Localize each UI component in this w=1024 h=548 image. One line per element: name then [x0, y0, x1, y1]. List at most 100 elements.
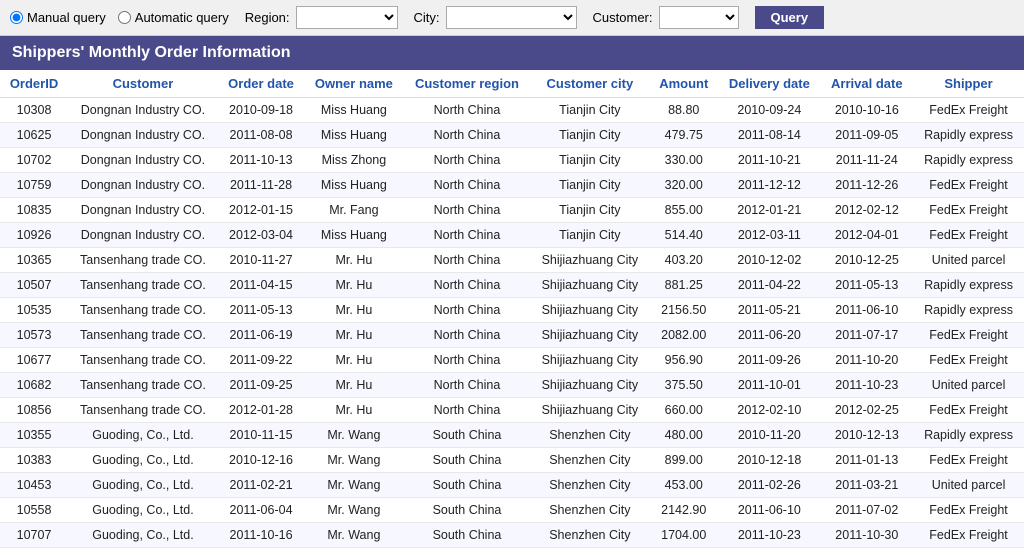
- table-row: 10682Tansenhang trade CO.2011-09-25Mr. H…: [0, 373, 1024, 398]
- cell-delivery-date: 2011-06-20: [718, 323, 820, 348]
- cell-customer-city: Tianjin City: [530, 223, 649, 248]
- table-header: OrderIDCustomerOrder dateOwner nameCusto…: [0, 70, 1024, 98]
- cell-order-date: 2010-11-27: [218, 248, 304, 273]
- cell-customer-region: North China: [404, 273, 531, 298]
- cell-owner-name: Miss Huang: [304, 223, 403, 248]
- cell-arrival-date: 2011-07-02: [821, 498, 914, 523]
- cell-customer-city: Shijiazhuang City: [530, 323, 649, 348]
- cell-arrival-date: 2011-12-26: [821, 173, 914, 198]
- cell-customer-city: Shijiazhuang City: [530, 298, 649, 323]
- cell-customer: Guoding, Co., Ltd.: [68, 448, 218, 473]
- cell-arrival-date: 2011-01-13: [821, 448, 914, 473]
- cell-owner-name: Mr. Wang: [304, 423, 403, 448]
- cell-amount: 660.00: [649, 398, 718, 423]
- table-body: 10308Dongnan Industry CO.2010-09-18Miss …: [0, 98, 1024, 548]
- cell-amount: 2082.00: [649, 323, 718, 348]
- cell-customer-region: North China: [404, 398, 531, 423]
- customer-select[interactable]: [659, 6, 739, 29]
- cell-amount: 1704.00: [649, 523, 718, 548]
- cell-orderid: 10856: [0, 398, 68, 423]
- cell-customer: Guoding, Co., Ltd.: [68, 473, 218, 498]
- cell-customer-city: Shijiazhuang City: [530, 373, 649, 398]
- region-label: Region:: [245, 10, 290, 25]
- cell-delivery-date: 2011-12-12: [718, 173, 820, 198]
- cell-shipper: FedEx Freight: [913, 448, 1024, 473]
- cell-amount: 881.25: [649, 273, 718, 298]
- cell-owner-name: Mr. Hu: [304, 273, 403, 298]
- table-row: 10453Guoding, Co., Ltd.2011-02-21Mr. Wan…: [0, 473, 1024, 498]
- cell-order-date: 2011-06-04: [218, 498, 304, 523]
- cell-customer-region: South China: [404, 423, 531, 448]
- column-header-shipper: Shipper: [913, 70, 1024, 98]
- cell-customer-region: South China: [404, 473, 531, 498]
- cell-orderid: 10535: [0, 298, 68, 323]
- cell-owner-name: Mr. Hu: [304, 248, 403, 273]
- cell-shipper: FedEx Freight: [913, 98, 1024, 123]
- automatic-query-input[interactable]: [118, 11, 131, 24]
- cell-shipper: FedEx Freight: [913, 523, 1024, 548]
- cell-arrival-date: 2011-03-21: [821, 473, 914, 498]
- cell-customer: Dongnan Industry CO.: [68, 148, 218, 173]
- orders-table-container: OrderIDCustomerOrder dateOwner nameCusto…: [0, 70, 1024, 548]
- cell-owner-name: Mr. Hu: [304, 348, 403, 373]
- cell-customer-city: Shenzhen City: [530, 448, 649, 473]
- cell-order-date: 2011-08-08: [218, 123, 304, 148]
- cell-order-date: 2010-11-15: [218, 423, 304, 448]
- table-row: 10702Dongnan Industry CO.2011-10-13Miss …: [0, 148, 1024, 173]
- cell-amount: 330.00: [649, 148, 718, 173]
- cell-owner-name: Miss Huang: [304, 123, 403, 148]
- cell-customer-city: Tianjin City: [530, 173, 649, 198]
- cell-owner-name: Mr. Hu: [304, 298, 403, 323]
- manual-query-input[interactable]: [10, 11, 23, 24]
- cell-customer-city: Shenzhen City: [530, 498, 649, 523]
- cell-customer: Tansenhang trade CO.: [68, 373, 218, 398]
- cell-customer-region: North China: [404, 198, 531, 223]
- manual-query-label: Manual query: [27, 10, 106, 25]
- cell-delivery-date: 2012-02-10: [718, 398, 820, 423]
- table-row: 10835Dongnan Industry CO.2012-01-15Mr. F…: [0, 198, 1024, 223]
- cell-shipper: Rapidly express: [913, 423, 1024, 448]
- automatic-query-label: Automatic query: [135, 10, 229, 25]
- cell-amount: 2142.90: [649, 498, 718, 523]
- cell-owner-name: Mr. Hu: [304, 373, 403, 398]
- cell-shipper: FedEx Freight: [913, 348, 1024, 373]
- column-header-delivery-date: Delivery date: [718, 70, 820, 98]
- cell-orderid: 10759: [0, 173, 68, 198]
- cell-customer-region: South China: [404, 498, 531, 523]
- cell-order-date: 2011-10-13: [218, 148, 304, 173]
- cell-owner-name: Mr. Hu: [304, 398, 403, 423]
- city-select[interactable]: Tianjin City Shijiazhuang City Shenzhen …: [446, 6, 577, 29]
- table-row: 10573Tansenhang trade CO.2011-06-19Mr. H…: [0, 323, 1024, 348]
- automatic-query-radio[interactable]: Automatic query: [118, 10, 229, 25]
- table-row: 10625Dongnan Industry CO.2011-08-08Miss …: [0, 123, 1024, 148]
- cell-amount: 403.20: [649, 248, 718, 273]
- cell-arrival-date: 2011-09-05: [821, 123, 914, 148]
- cell-customer: Tansenhang trade CO.: [68, 323, 218, 348]
- cell-amount: 956.90: [649, 348, 718, 373]
- cell-customer-city: Shijiazhuang City: [530, 273, 649, 298]
- column-header-customer: Customer: [68, 70, 218, 98]
- cell-shipper: FedEx Freight: [913, 223, 1024, 248]
- cell-order-date: 2011-04-15: [218, 273, 304, 298]
- cell-customer-region: North China: [404, 248, 531, 273]
- cell-customer: Tansenhang trade CO.: [68, 348, 218, 373]
- query-button[interactable]: Query: [755, 6, 825, 29]
- cell-orderid: 10835: [0, 198, 68, 223]
- cell-order-date: 2011-09-25: [218, 373, 304, 398]
- cell-shipper: FedEx Freight: [913, 173, 1024, 198]
- cell-customer: Dongnan Industry CO.: [68, 198, 218, 223]
- cell-shipper: Rapidly express: [913, 273, 1024, 298]
- cell-orderid: 10308: [0, 98, 68, 123]
- cell-orderid: 10625: [0, 123, 68, 148]
- manual-query-radio[interactable]: Manual query: [10, 10, 106, 25]
- region-select[interactable]: North China South China: [296, 6, 398, 29]
- cell-customer: Guoding, Co., Ltd.: [68, 498, 218, 523]
- table-row: 10383Guoding, Co., Ltd.2010-12-16Mr. Wan…: [0, 448, 1024, 473]
- cell-owner-name: Mr. Fang: [304, 198, 403, 223]
- table-row: 10926Dongnan Industry CO.2012-03-04Miss …: [0, 223, 1024, 248]
- cell-owner-name: Mr. Wang: [304, 523, 403, 548]
- cell-delivery-date: 2011-09-26: [718, 348, 820, 373]
- cell-arrival-date: 2010-10-16: [821, 98, 914, 123]
- cell-shipper: Rapidly express: [913, 148, 1024, 173]
- cell-customer-region: North China: [404, 373, 531, 398]
